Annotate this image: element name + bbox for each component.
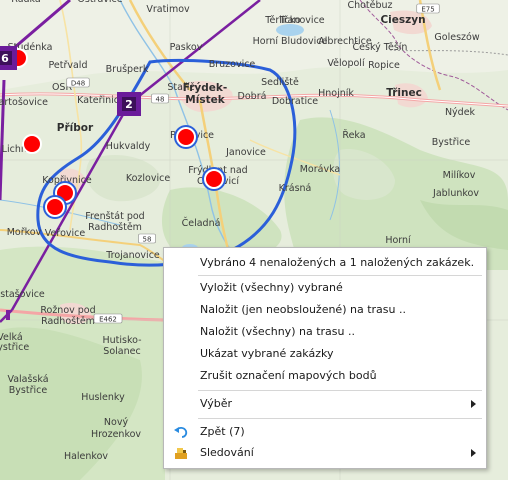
map-place-label: Těrlicko xyxy=(264,15,301,26)
map-place-label: Hukvaldy xyxy=(106,141,151,152)
menu-separator xyxy=(198,418,482,419)
route-stop-badge[interactable]: 2 xyxy=(117,92,141,116)
map-place-label: Řeka xyxy=(342,130,365,141)
menu-item-tracking[interactable]: Sledování xyxy=(164,442,486,463)
map-place-label: Hostašovice xyxy=(0,289,45,300)
map-place-label: Třinec xyxy=(386,87,422,99)
map-place-label: Petřvald xyxy=(49,60,88,71)
map-place-label: Bruzovice xyxy=(209,59,256,70)
map-place-label: Radhoštěm xyxy=(41,316,95,327)
map-place-label: Solanec xyxy=(103,346,140,357)
tracking-icon xyxy=(175,448,187,459)
map-place-label: Valašská xyxy=(7,374,48,385)
route-stop-number: 2 xyxy=(125,98,133,111)
map-place-label: Milíkov xyxy=(443,170,476,181)
map-place-label: Rudka xyxy=(11,0,40,5)
map-place-label: Jablunkov xyxy=(432,188,479,199)
map-place-label: Morávka xyxy=(300,164,341,175)
context-menu-header: Vybráno 4 nenaložených a 1 naložených za… xyxy=(200,256,475,269)
menu-item-load-all[interactable]: Naložit (všechny) na trasu .. xyxy=(164,321,486,342)
road-number-badge: E462 xyxy=(93,313,123,324)
road-number-badge: D48 xyxy=(66,77,90,88)
map-place-label: Bystřice xyxy=(0,342,29,353)
undo-icon xyxy=(174,426,188,438)
road-number-label: E462 xyxy=(99,316,117,324)
road-number-badge: 58 xyxy=(138,233,156,244)
map-place-label: Paskov xyxy=(170,42,203,53)
menu-item-vyber[interactable]: Výběr xyxy=(164,393,486,414)
order-marker[interactable] xyxy=(22,134,42,154)
map-place-label: Bystřice xyxy=(432,137,471,148)
map-place-label: Bartošovice xyxy=(0,97,48,108)
map-place-label: Rožnov pod xyxy=(40,305,95,316)
map-place-label: Cieszyn xyxy=(380,14,425,26)
map-place-label: Krásná xyxy=(279,183,312,194)
map-place-label: Chotěbuz xyxy=(347,0,392,11)
menu-item-load-unserved[interactable]: Naložit (jen neobsloužené) na trasu .. xyxy=(164,299,486,320)
order-marker[interactable] xyxy=(176,127,196,147)
map-place-label: Mořkov xyxy=(7,227,42,238)
map-place-label: Nový xyxy=(104,417,129,428)
map-place-label: Nýdek xyxy=(445,107,476,118)
map-place-label: Frenštát pod xyxy=(85,211,144,222)
map-place-label: Bystřice xyxy=(9,385,48,396)
submenu-arrow-icon xyxy=(471,449,476,457)
road-number-badge: E75 xyxy=(416,3,440,14)
menu-separator xyxy=(198,275,482,276)
order-marker[interactable] xyxy=(45,197,65,217)
map-place-label: Ostravice xyxy=(77,0,122,5)
map-place-label: Vratimov xyxy=(146,4,190,15)
road-number-badge: 48 xyxy=(151,93,169,104)
map-place-label: Goleszów xyxy=(434,32,479,43)
map-place-label: Hutisko- xyxy=(102,335,141,346)
route-stop-badge[interactable]: 6 xyxy=(0,46,17,70)
map-place-label: Místek xyxy=(185,94,225,106)
map-place-label: Sedliště xyxy=(261,77,299,88)
map-place-label: Huslenky xyxy=(81,392,125,403)
map-place-label: Staříč xyxy=(167,82,194,93)
map-place-label: Brušperk xyxy=(106,64,149,75)
map-place-label: Vělopolí xyxy=(327,58,365,69)
map-place-label: Český Těšín xyxy=(353,41,408,53)
menu-separator xyxy=(198,390,482,391)
map-place-label: Halenkov xyxy=(64,451,108,462)
submenu-arrow-icon xyxy=(471,400,476,408)
map-place-label: Dobratice xyxy=(272,96,318,107)
map-place-label: Kozlovice xyxy=(126,173,170,184)
road-number-label: D48 xyxy=(71,80,85,88)
road-number-label: E75 xyxy=(421,6,434,14)
menu-item-undo[interactable]: Zpět (7) xyxy=(164,421,486,442)
road-number-label: 48 xyxy=(156,96,165,104)
map-place-label: Čeladná xyxy=(182,217,221,229)
map-place-label: Horní Bludovice xyxy=(253,36,328,47)
map-place-label: Trojanovice xyxy=(105,250,160,261)
context-menu: Vybráno 4 nenaložených a 1 naložených za… xyxy=(163,247,487,469)
map-place-label: Hnojník xyxy=(318,88,354,99)
map-place-label: Hrozenkov xyxy=(91,429,141,440)
route-stop-number: 6 xyxy=(1,52,9,65)
menu-item-clear-selection[interactable]: Zrušit označení mapových bodů xyxy=(164,365,486,386)
map-place-label: Ropice xyxy=(368,60,400,71)
map-place-label: Horní xyxy=(385,235,411,246)
order-marker[interactable] xyxy=(204,169,224,189)
map-place-label: Příbor xyxy=(57,122,94,134)
map-place-label: Janovice xyxy=(225,147,266,158)
menu-item-unload-selected[interactable]: Vyložit (všechny) vybrané xyxy=(164,277,486,298)
road-number-label: 58 xyxy=(143,236,152,244)
map-place-label: Dobrá xyxy=(238,91,267,102)
map-place-label: Veřovice xyxy=(45,228,86,239)
menu-item-show-selected-orders[interactable]: Ukázat vybrané zakázky xyxy=(164,343,486,364)
map-place-label: Radhoštěm xyxy=(88,222,142,233)
